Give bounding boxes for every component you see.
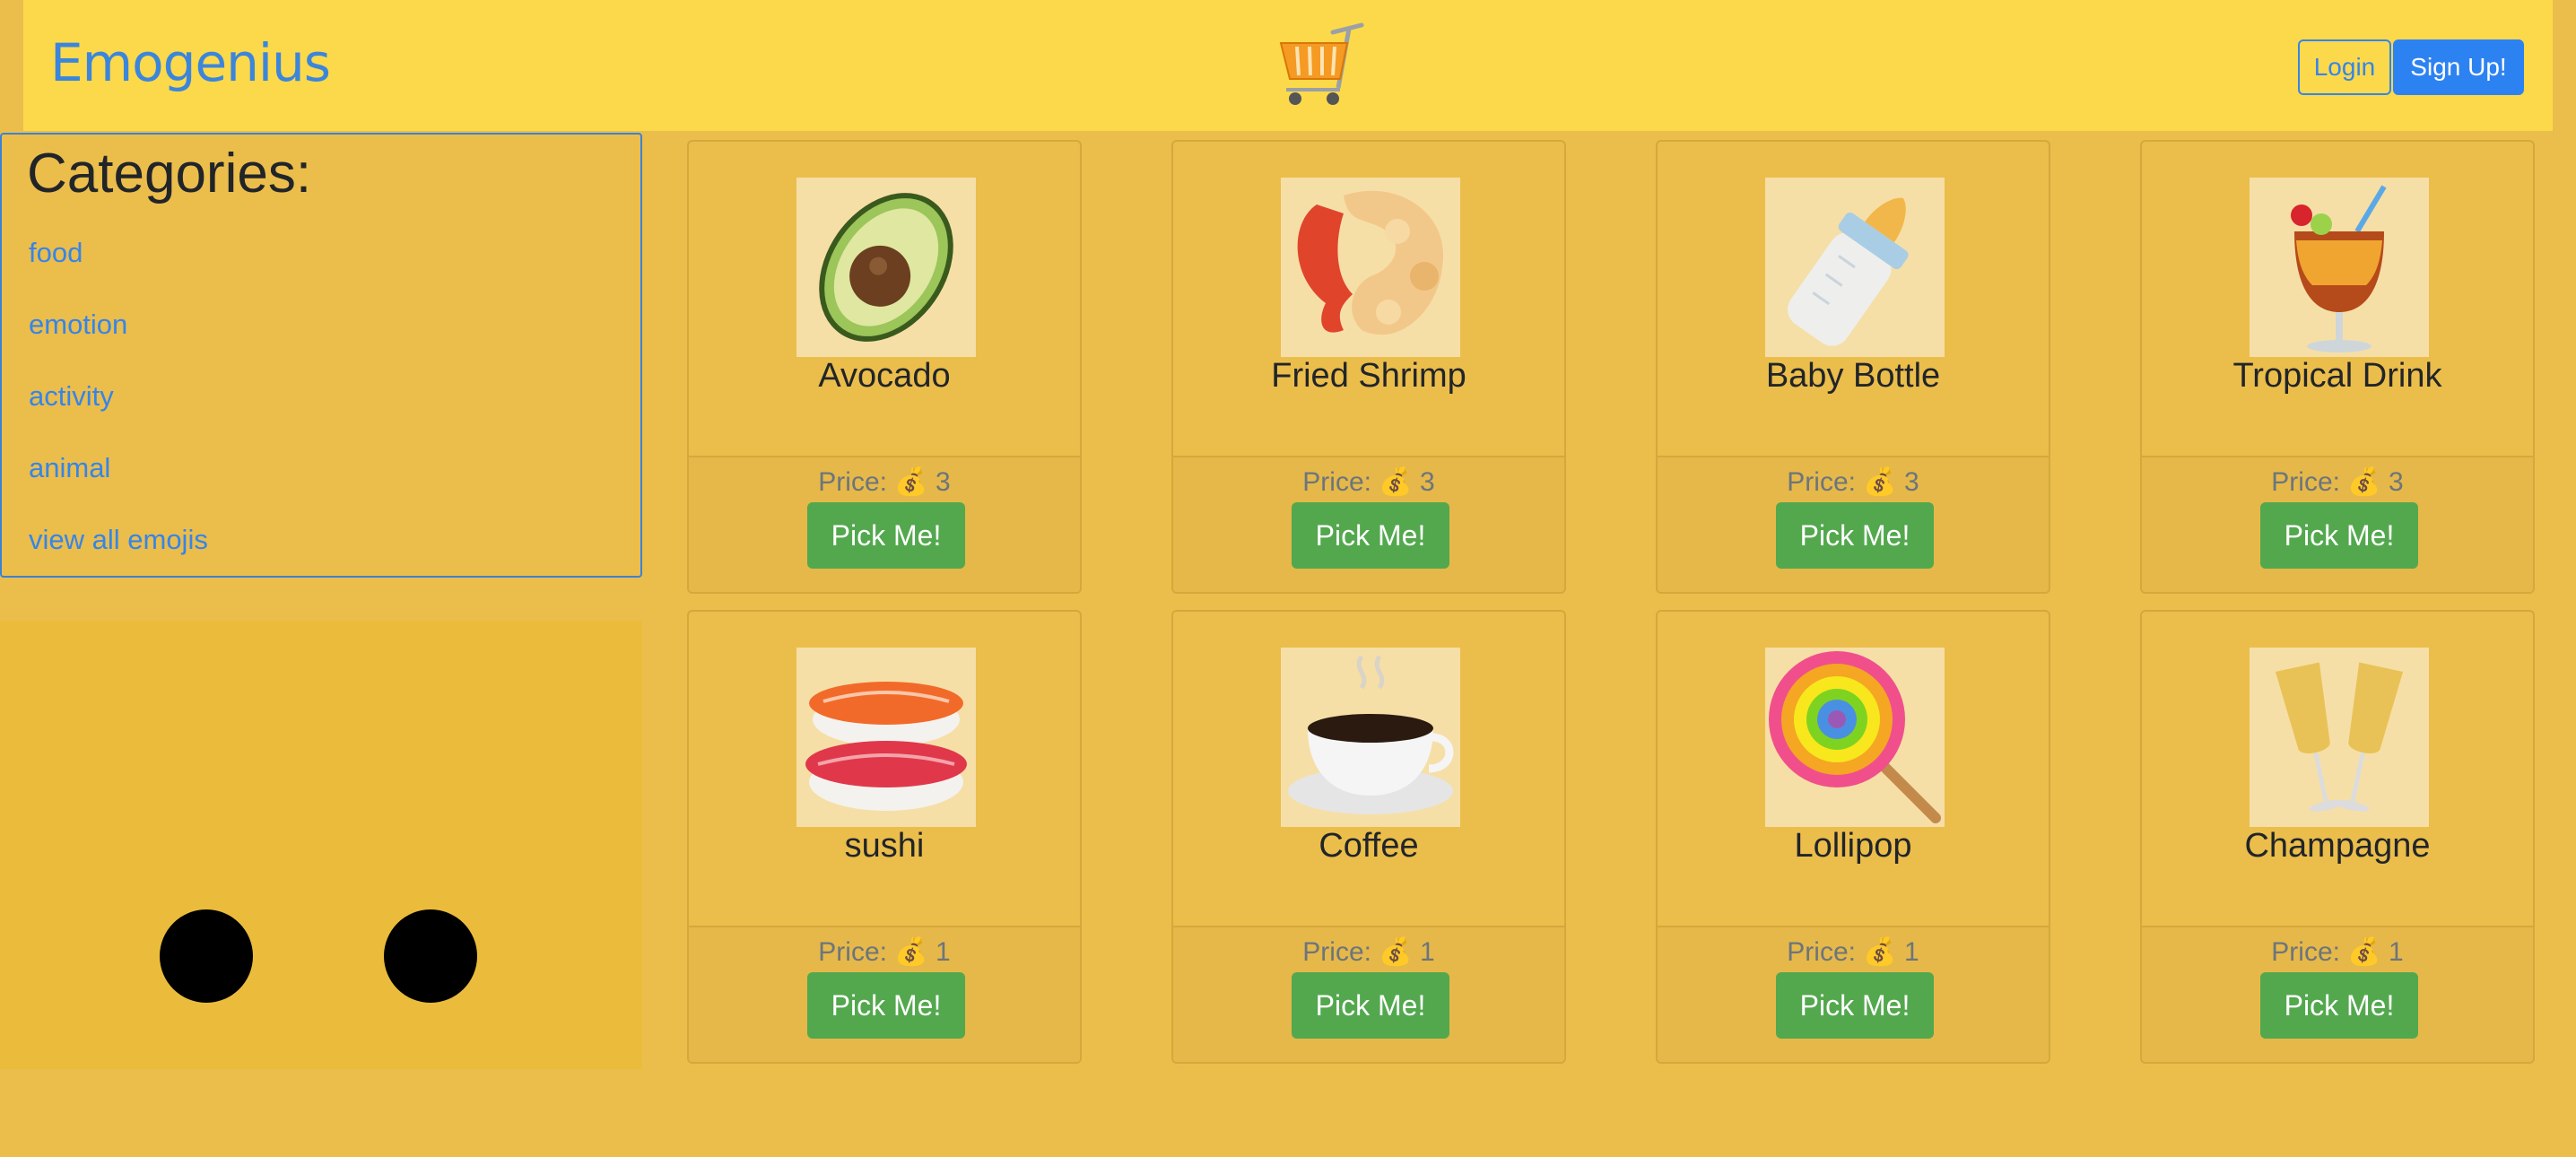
fried-shrimp-icon [1281, 178, 1460, 357]
pick-me-button[interactable]: Pick Me! [807, 502, 965, 569]
product-price: Price: 💰 1 [1302, 937, 1435, 967]
category-link-food[interactable]: food [29, 237, 83, 269]
login-button[interactable]: Login [2298, 39, 2391, 95]
card-footer: Price: 💰 3 Pick Me! [689, 456, 1080, 592]
shopping-cart-icon[interactable] [1277, 20, 1367, 109]
tropical-drink-icon [2250, 178, 2429, 357]
category-link-emotion[interactable]: emotion [29, 309, 127, 341]
card-footer: Price: 💰 1 Pick Me! [2142, 926, 2533, 1062]
card-footer: Price: 💰 3 Pick Me! [1658, 456, 2049, 592]
pick-me-button[interactable]: Pick Me! [1776, 502, 1934, 569]
card-footer: Price: 💰 1 Pick Me! [1173, 926, 1564, 1062]
category-link-view-all[interactable]: view all emojis [29, 524, 208, 556]
product-price: Price: 💰 3 [818, 467, 951, 497]
card-footer: Price: 💰 1 Pick Me! [1658, 926, 2049, 1062]
product-name: Lollipop [1794, 827, 1912, 865]
product-name: Champagne [2244, 827, 2431, 865]
product-card-sushi: sushi Price: 💰 1 Pick Me! [687, 610, 1082, 1064]
categories-title: Categories: [27, 143, 312, 204]
category-link-activity[interactable]: activity [29, 380, 114, 413]
coffee-icon [1281, 648, 1460, 827]
lollipop-icon [1765, 648, 1945, 827]
signup-button[interactable]: Sign Up! [2393, 39, 2524, 95]
pick-me-button[interactable]: Pick Me! [1776, 972, 1934, 1039]
pick-me-button[interactable]: Pick Me! [1292, 502, 1449, 569]
product-card-coffee: Coffee Price: 💰 1 Pick Me! [1171, 610, 1566, 1064]
product-name: Baby Bottle [1765, 357, 1941, 395]
product-price: Price: 💰 3 [1787, 467, 1919, 497]
card-footer: Price: 💰 3 Pick Me! [2142, 456, 2533, 592]
product-price: Price: 💰 3 [2271, 467, 2404, 497]
card-footer: Price: 💰 1 Pick Me! [689, 926, 1080, 1062]
champagne-icon [2250, 648, 2429, 827]
pick-me-button[interactable]: Pick Me! [1292, 972, 1449, 1039]
avocado-icon [796, 178, 976, 357]
product-card-champagne: Champagne Price: 💰 1 Pick Me! [2140, 610, 2535, 1064]
sushi-icon [796, 648, 976, 827]
product-card-baby-bottle: Baby Bottle Price: 💰 3 Pick Me! [1656, 140, 2050, 594]
pick-me-button[interactable]: Pick Me! [2260, 972, 2418, 1039]
left-eye [160, 909, 253, 1003]
product-name: Fried Shrimp [1271, 357, 1466, 395]
product-name: Avocado [818, 357, 951, 395]
product-name: Coffee [1318, 827, 1419, 865]
category-link-animal[interactable]: animal [29, 452, 110, 484]
product-card-lollipop: Lollipop Price: 💰 1 Pick Me! [1656, 610, 2050, 1064]
product-price: Price: 💰 1 [2271, 937, 2404, 967]
card-footer: Price: 💰 3 Pick Me! [1173, 456, 1564, 592]
navbar: Emogenius Login Sign Up! [23, 0, 2553, 131]
product-card-fried-shrimp: Fried Shrimp Price: 💰 3 Pick Me! [1171, 140, 1566, 594]
right-eye [384, 909, 477, 1003]
mascot-face [0, 621, 642, 1069]
pick-me-button[interactable]: Pick Me! [2260, 502, 2418, 569]
product-card-avocado: Avocado Price: 💰 3 Pick Me! [687, 140, 1082, 594]
product-price: Price: 💰 1 [818, 937, 951, 967]
product-name: Tropical Drink [2232, 357, 2442, 395]
pick-me-button[interactable]: Pick Me! [807, 972, 965, 1039]
product-price: Price: 💰 1 [1787, 937, 1919, 967]
brand-logo[interactable]: Emogenius [50, 32, 331, 93]
categories-panel: Categories: food emotion activity animal… [0, 133, 642, 578]
product-name: sushi [844, 827, 925, 865]
product-card-tropical-drink: Tropical Drink Price: 💰 3 Pick Me! [2140, 140, 2535, 594]
baby-bottle-icon [1765, 178, 1945, 357]
product-price: Price: 💰 3 [1302, 467, 1435, 497]
